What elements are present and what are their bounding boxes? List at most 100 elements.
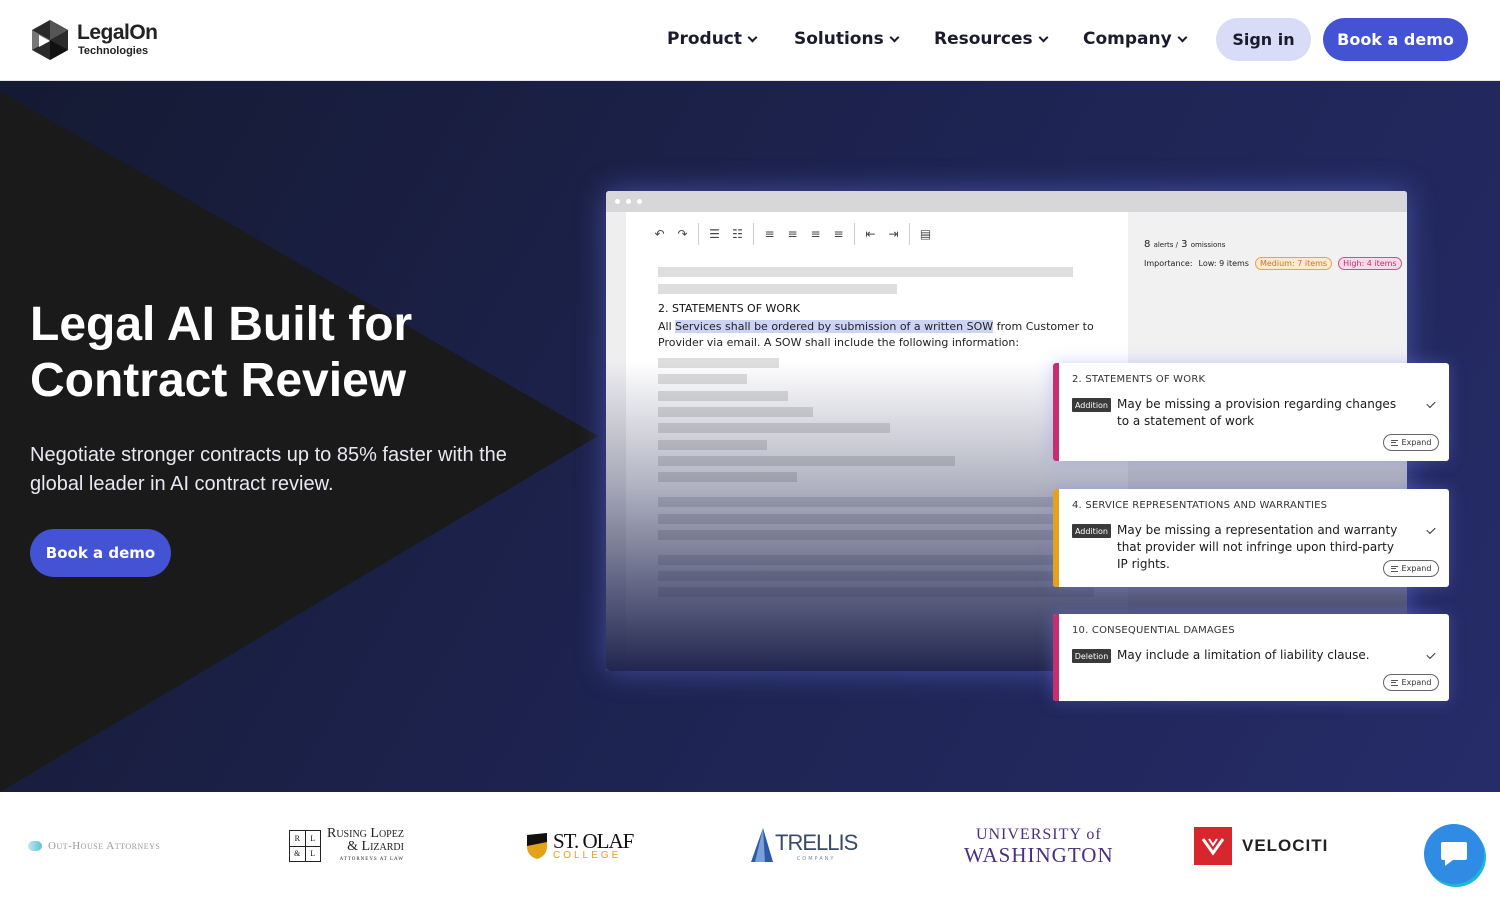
numbered-list-icon[interactable]: ☷ xyxy=(726,225,749,243)
trellis-mark-icon xyxy=(751,828,773,862)
st-olaf-line-1: ST. OLAF xyxy=(553,829,634,853)
rusing-text: Rusing Lopez & Lizardi ATTORNEYS AT LAW xyxy=(327,825,404,866)
logo-university-of-washington: UNIVERSITY of WASHINGTON xyxy=(964,792,1114,900)
top-nav: LegalOn Technologies Product Solutions R… xyxy=(0,0,1500,81)
card-title: 2. STATEMENTS OF WORK xyxy=(1072,374,1206,385)
logo-subtitle: Technologies xyxy=(78,45,149,57)
importance-label: Importance: xyxy=(1144,259,1193,268)
alerts-label: alerts / xyxy=(1153,241,1178,249)
nav-company[interactable]: Company xyxy=(1083,29,1188,49)
doc-section-heading: 2. STATEMENTS OF WORK xyxy=(658,302,800,315)
nav-solutions-label: Solutions xyxy=(794,29,884,49)
legalon-logo-icon xyxy=(32,20,68,60)
nav-company-label: Company xyxy=(1083,29,1172,49)
velociti-mark-icon xyxy=(1194,827,1232,865)
legalon-logo[interactable]: LegalOn Technologies xyxy=(31,19,171,63)
doc-text-pre: All xyxy=(658,320,676,333)
chevron-down-icon xyxy=(1038,32,1049,42)
logo-outhouse: Out-House Attorneys xyxy=(28,792,160,900)
nav-resources-label: Resources xyxy=(934,29,1033,49)
doc-paragraph: All Services shall be ordered by submiss… xyxy=(658,319,1108,351)
outdent-icon[interactable]: ⇤ xyxy=(859,225,882,243)
redo-icon[interactable]: ↷ xyxy=(671,225,694,243)
undo-icon[interactable]: ↶ xyxy=(648,225,671,243)
expand-label: Expand xyxy=(1401,438,1432,447)
monogram-l: L xyxy=(305,831,320,846)
card-accent xyxy=(1053,614,1059,701)
expand-label: Expand xyxy=(1401,564,1432,573)
align-left-icon[interactable]: ≡ xyxy=(758,225,781,243)
text-placeholder xyxy=(658,267,1073,277)
logo-rusing-lopez: R L & L Rusing Lopez & Lizardi ATTORNEYS… xyxy=(289,792,404,900)
doc-text-highlight[interactable]: Services shall be ordered by submission … xyxy=(675,320,994,333)
nav-product-label: Product xyxy=(667,29,742,49)
chat-bubble-icon xyxy=(1441,842,1467,866)
chevron-down-icon xyxy=(747,32,758,42)
book-demo-nav-button[interactable]: Book a demo xyxy=(1323,18,1468,61)
importance-filter: Importance: Low: 9 items Medium: 7 items… xyxy=(1144,257,1402,270)
editor-toolbar: ↶ ↷ ☰ ☷ ≡ ≡ ≡ ≡ ⇤ ⇥ ▤ xyxy=(648,223,937,245)
outhouse-mark-icon xyxy=(28,841,42,851)
trellis-line-2: COMPANY xyxy=(796,856,836,862)
sign-in-button[interactable]: Sign in xyxy=(1216,18,1311,61)
hero-subtitle: Negotiate stronger contracts up to 85% f… xyxy=(30,444,507,495)
alert-card[interactable]: 10. CONSEQUENTIAL DAMAGES Deletion May i… xyxy=(1053,614,1449,701)
align-justify-icon[interactable]: ≡ xyxy=(827,225,850,243)
uw-line-2: WASHINGTON xyxy=(964,843,1114,867)
text-placeholder xyxy=(658,284,897,294)
outhouse-text: Out-House Attorneys xyxy=(48,840,161,852)
card-title: 4. SERVICE REPRESENTATIONS AND WARRANTIE… xyxy=(1072,500,1328,511)
card-tag: Addition xyxy=(1072,398,1111,412)
monogram-amp: & xyxy=(290,846,305,861)
logo-wordmark: LegalOn xyxy=(77,21,158,44)
align-right-icon[interactable]: ≡ xyxy=(804,225,827,243)
align-center-icon[interactable]: ≡ xyxy=(781,225,804,243)
filter-high[interactable]: High: 4 items xyxy=(1338,257,1402,270)
card-message: May be missing a provision regarding cha… xyxy=(1117,397,1397,428)
expand-button[interactable]: Expand xyxy=(1383,434,1439,451)
filter-medium[interactable]: Medium: 7 items xyxy=(1254,257,1333,270)
nav-product[interactable]: Product xyxy=(667,29,758,49)
rusing-line-3: ATTORNEYS AT LAW xyxy=(339,856,404,862)
check-icon[interactable] xyxy=(1426,649,1436,660)
card-message: May include a limitation of liability cl… xyxy=(1117,648,1370,662)
omissions-count: 3 xyxy=(1181,239,1188,250)
check-icon[interactable] xyxy=(1426,524,1436,535)
window-titlebar xyxy=(606,191,1407,212)
card-title: 10. CONSEQUENTIAL DAMAGES xyxy=(1072,625,1235,636)
hero-triangle-decoration xyxy=(0,91,598,792)
card-message: May be missing a representation and warr… xyxy=(1117,523,1398,571)
expand-label: Expand xyxy=(1401,678,1432,687)
bullet-list-icon[interactable]: ☰ xyxy=(703,225,726,243)
expand-button[interactable]: Expand xyxy=(1383,674,1439,691)
monogram-r: R xyxy=(290,831,305,846)
card-tag: Deletion xyxy=(1072,649,1111,663)
logo-trellis: TRELLIS COMPANY xyxy=(749,792,858,900)
rusing-monogram-icon: R L & L xyxy=(289,830,321,862)
nav-resources[interactable]: Resources xyxy=(934,29,1049,49)
monogram-l2: L xyxy=(305,846,320,861)
window-dot xyxy=(637,199,642,204)
alert-card[interactable]: 4. SERVICE REPRESENTATIONS AND WARRANTIE… xyxy=(1053,489,1449,587)
nav-solutions[interactable]: Solutions xyxy=(794,29,900,49)
card-accent xyxy=(1053,363,1059,461)
logo-st-olaf: ST. OLAF COLLEGE xyxy=(525,792,634,900)
rusing-line-1: Rusing Lopez xyxy=(327,825,404,841)
book-demo-hero-button[interactable]: Book a demo xyxy=(30,529,171,577)
chat-widget-button[interactable] xyxy=(1424,824,1484,884)
chevron-down-icon xyxy=(1177,32,1188,42)
indent-icon[interactable]: ⇥ xyxy=(882,225,905,243)
check-icon[interactable] xyxy=(1426,398,1436,409)
alert-card[interactable]: 2. STATEMENTS OF WORK Addition May be mi… xyxy=(1053,363,1449,461)
lines-icon xyxy=(1390,439,1398,446)
lines-icon xyxy=(1390,565,1398,572)
hero-title: Legal AI Built for Contract Review xyxy=(30,298,413,407)
format-icon[interactable]: ▤ xyxy=(914,225,937,243)
chevron-down-icon xyxy=(889,32,900,42)
alerts-count: 8 xyxy=(1144,239,1151,250)
expand-button[interactable]: Expand xyxy=(1383,560,1439,577)
window-dot xyxy=(626,199,631,204)
filter-low[interactable]: Low: 9 items xyxy=(1199,259,1249,268)
st-olaf-shield-icon xyxy=(527,833,547,859)
card-tag: Addition xyxy=(1072,524,1111,538)
